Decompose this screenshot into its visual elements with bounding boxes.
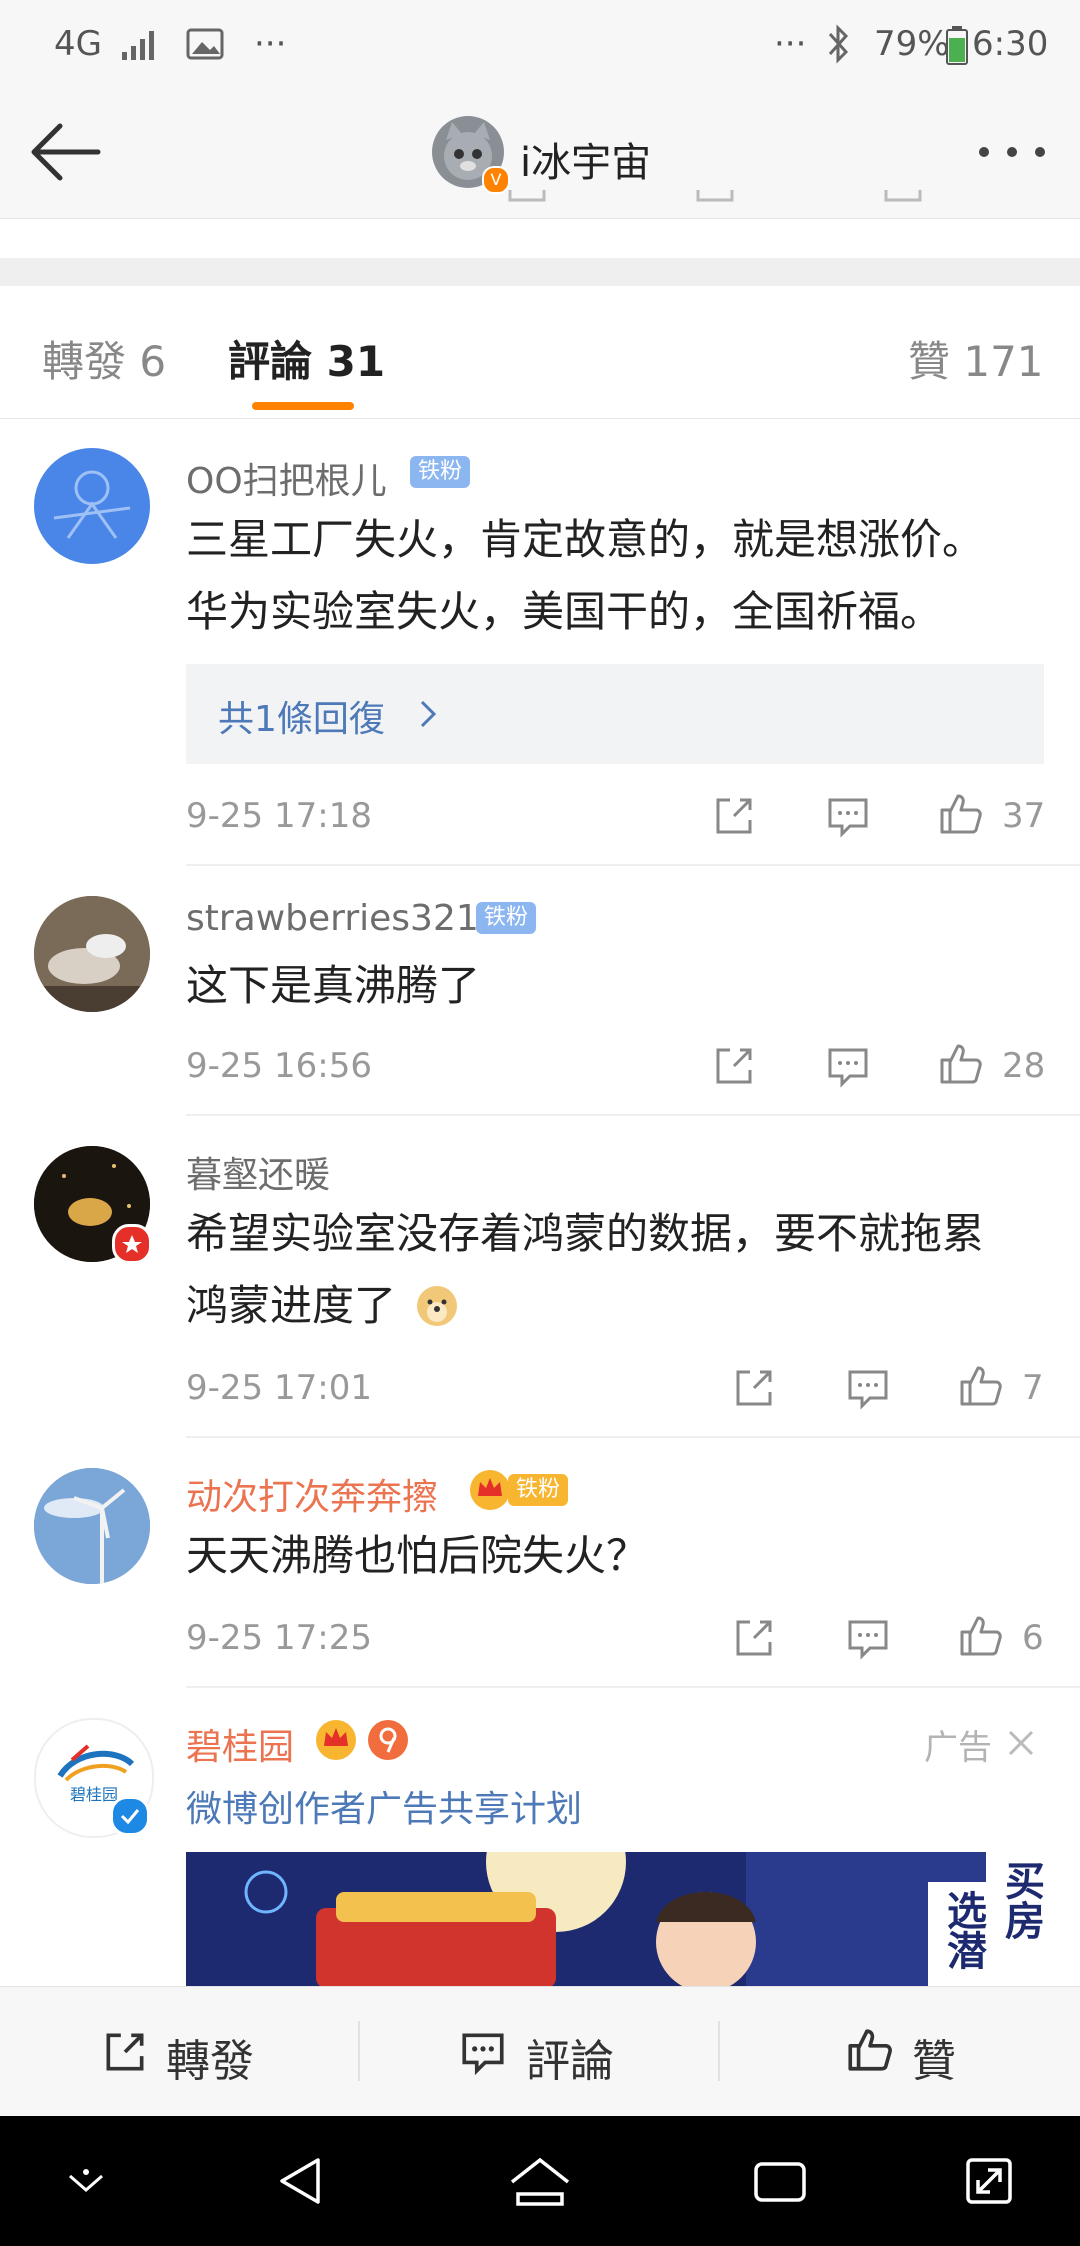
status-more-icon: ··· bbox=[774, 24, 807, 64]
share-icon[interactable] bbox=[710, 1042, 758, 1090]
ad-banner-art bbox=[186, 1852, 1044, 1986]
bluetooth-icon bbox=[828, 24, 849, 64]
share-icon[interactable] bbox=[730, 1364, 778, 1412]
avatar[interactable] bbox=[34, 896, 150, 1012]
comment-item: strawberries321 铁粉 这下是真沸腾了 9-25 16:56 28 bbox=[0, 866, 1080, 1116]
comment-item: 暮壑还暖 希望实验室没存着鸿蒙的数据，要不就拖累 鸿蒙进度了 9-25 17:0… bbox=[0, 1116, 1080, 1438]
username[interactable]: 动次打次奔奔擦 bbox=[186, 1468, 438, 1520]
repost-button[interactable]: 轉發 bbox=[0, 1987, 358, 2117]
reply-comment-icon[interactable] bbox=[824, 1042, 872, 1090]
like-count: 28 bbox=[1002, 1046, 1046, 1086]
reply-comment-icon[interactable] bbox=[824, 792, 872, 840]
ad-item: 碧桂园 碧桂园 广告 微博创作者广告共享计划 买房 选潜 bbox=[0, 1688, 1080, 1986]
comment-text: 天天沸腾也怕后院失火？ bbox=[186, 1531, 649, 1580]
avatar[interactable] bbox=[34, 1468, 150, 1584]
fan-badge: 铁粉 bbox=[508, 1474, 569, 1506]
verified-icon bbox=[110, 1796, 150, 1836]
repost-label: 轉發 bbox=[166, 2036, 254, 2087]
active-tab-indicator bbox=[252, 402, 354, 410]
recent-apps-icon[interactable] bbox=[752, 2160, 808, 2204]
tab-bar: 轉發 6 評論 31 贊 171 bbox=[0, 286, 1080, 419]
battery-percent: 79% bbox=[874, 24, 950, 64]
network-indicator: 4G bbox=[54, 24, 102, 64]
comment-item: OO扫把根儿 铁粉 三星工厂失火，肯定故意的，就是想涨价。 华为实验室失火，美国… bbox=[0, 420, 1080, 866]
system-nav-bar bbox=[0, 2116, 1080, 2246]
hide-keyboard-icon[interactable] bbox=[64, 2166, 108, 2198]
reply-comment-icon[interactable] bbox=[844, 1364, 892, 1412]
comment-label: 評論 bbox=[526, 2036, 614, 2087]
expand-icon[interactable] bbox=[964, 2156, 1014, 2206]
repost-icon bbox=[508, 190, 546, 202]
thumbs-up-icon[interactable] bbox=[936, 1040, 984, 1088]
status-bar: 4G ··· ··· 79% 6:30 bbox=[0, 0, 1080, 90]
logo-text: 碧桂园 bbox=[70, 1785, 118, 1804]
page-title: i冰宇宙 bbox=[520, 140, 652, 186]
banner-text-2: 选潜 bbox=[940, 1890, 986, 1970]
tab-reposts[interactable]: 轉發 6 bbox=[42, 328, 166, 389]
back-icon[interactable] bbox=[276, 2154, 324, 2208]
comment-icon bbox=[696, 190, 734, 202]
like-icon bbox=[884, 190, 922, 202]
like-label: 贊 bbox=[912, 2036, 956, 2087]
bottom-action-bar: 轉發 評論 贊 bbox=[0, 1986, 1080, 2117]
thumbs-up-icon bbox=[848, 2029, 892, 2071]
star-badge-icon bbox=[112, 1224, 152, 1264]
username[interactable]: 暮壑还暖 bbox=[186, 1146, 330, 1198]
comment-time: 9-25 16:56 bbox=[186, 1046, 372, 1086]
comment-time: 9-25 17:18 bbox=[186, 796, 372, 836]
comment-icon bbox=[462, 2033, 504, 2076]
banner-text-1: 买房 bbox=[998, 1860, 1044, 1940]
comment-time: 9-25 17:01 bbox=[186, 1368, 372, 1408]
comment-text: 三星工厂失火，肯定故意的，就是想涨价。 华为实验室失火，美国干的，全国祈福。 bbox=[186, 515, 985, 636]
ad-banner[interactable]: 买房 选潜 bbox=[186, 1852, 1044, 1986]
like-button[interactable]: 贊 bbox=[720, 1987, 1080, 2117]
comment-text: 希望实验室没存着鸿蒙的数据，要不就拖累 鸿蒙进度了 bbox=[186, 1209, 985, 1330]
tab-comments[interactable]: 評論 31 bbox=[228, 328, 385, 389]
close-icon[interactable] bbox=[1006, 1728, 1036, 1758]
thumbs-up-icon[interactable] bbox=[936, 790, 984, 838]
username[interactable]: strawberries321 bbox=[186, 898, 479, 939]
signal-icon bbox=[122, 31, 154, 60]
share-icon[interactable] bbox=[730, 1614, 778, 1662]
like-count: 6 bbox=[1022, 1618, 1044, 1658]
tab-likes[interactable]: 贊 171 bbox=[908, 328, 1044, 389]
crown-icon bbox=[316, 1720, 356, 1760]
notification-more-icon: ··· bbox=[254, 24, 287, 64]
username[interactable]: 碧桂园 bbox=[186, 1718, 294, 1770]
ad-subtitle[interactable]: 微博创作者广告共享计划 bbox=[186, 1780, 582, 1832]
doge-emoji-icon bbox=[417, 1286, 458, 1326]
image-icon bbox=[186, 28, 224, 60]
comment-button[interactable]: 評論 bbox=[360, 1987, 718, 2117]
chevron-right-icon bbox=[420, 700, 437, 728]
ad-label: 广告 bbox=[924, 1728, 992, 1768]
reply-count-link[interactable]: 共1條回復 bbox=[218, 690, 385, 742]
share-icon[interactable] bbox=[710, 792, 758, 840]
username[interactable]: OO扫把根儿 bbox=[186, 452, 387, 504]
battery-icon bbox=[946, 26, 968, 65]
like-count: 37 bbox=[1002, 796, 1046, 836]
more-dots-icon[interactable] bbox=[976, 142, 1048, 162]
fan-badge: 铁粉 bbox=[476, 902, 537, 934]
back-arrow-icon[interactable] bbox=[28, 120, 104, 184]
reply-comment-icon[interactable] bbox=[844, 1614, 892, 1662]
partial-stats-row bbox=[0, 190, 1080, 220]
thumbs-up-icon[interactable] bbox=[956, 1612, 1004, 1660]
comment-time: 9-25 17:25 bbox=[186, 1618, 372, 1658]
repost-icon bbox=[106, 2033, 144, 2071]
avatar[interactable] bbox=[34, 448, 150, 564]
reply-summary[interactable]: 共1條回復 bbox=[186, 664, 1044, 764]
fan-badge: 铁粉 bbox=[410, 456, 471, 488]
crown-icon bbox=[470, 1470, 510, 1510]
thumbs-up-icon[interactable] bbox=[956, 1362, 1004, 1410]
section-gap bbox=[0, 258, 1080, 286]
comment-text: 这下是真沸腾了 bbox=[186, 961, 481, 1010]
comment-item: 动次打次奔奔擦 铁粉 天天沸腾也怕后院失火？ 9-25 17:25 6 bbox=[0, 1438, 1080, 1688]
home-icon[interactable] bbox=[508, 2156, 572, 2208]
like-count: 7 bbox=[1022, 1368, 1044, 1408]
clock: 6:30 bbox=[972, 24, 1049, 64]
level-badge-icon bbox=[368, 1720, 408, 1760]
